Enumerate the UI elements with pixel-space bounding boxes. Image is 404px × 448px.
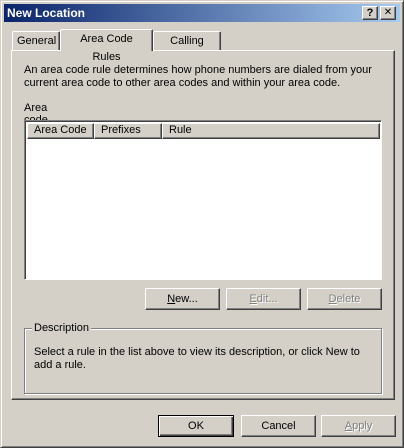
new-button[interactable]: New... <box>145 288 220 310</box>
column-prefixes[interactable]: Prefixes <box>94 123 162 139</box>
window-title: New Location <box>7 6 86 20</box>
area-code-rules-list[interactable]: Area Code Prefixes Rule <box>24 120 382 280</box>
title-bar[interactable]: New Location ? ✕ <box>4 4 400 22</box>
close-icon[interactable]: ✕ <box>380 6 396 20</box>
list-header: Area Code Prefixes Rule <box>27 123 380 139</box>
cancel-button[interactable]: Cancel <box>241 415 316 437</box>
tab-calling-card[interactable]: Calling Card <box>153 31 221 65</box>
column-rule[interactable]: Rule <box>162 123 380 139</box>
ok-button[interactable]: OK <box>158 415 234 437</box>
delete-button[interactable]: Delete <box>307 288 382 310</box>
description-text: Select a rule in the list above to view … <box>34 346 360 371</box>
intro-text: An area code rule determines how phone n… <box>24 64 372 89</box>
new-location-dialog: New Location ? ✕ General Area Code Rules… <box>0 0 404 448</box>
help-icon[interactable]: ? <box>362 6 378 20</box>
edit-button[interactable]: Edit... <box>226 288 301 310</box>
tab-area-code-rules[interactable]: Area Code Rules <box>60 29 153 63</box>
apply-button[interactable]: Apply <box>321 415 396 437</box>
description-legend: Description <box>32 322 92 334</box>
tab-general[interactable]: General <box>12 31 60 51</box>
column-area-code[interactable]: Area Code <box>27 123 94 139</box>
